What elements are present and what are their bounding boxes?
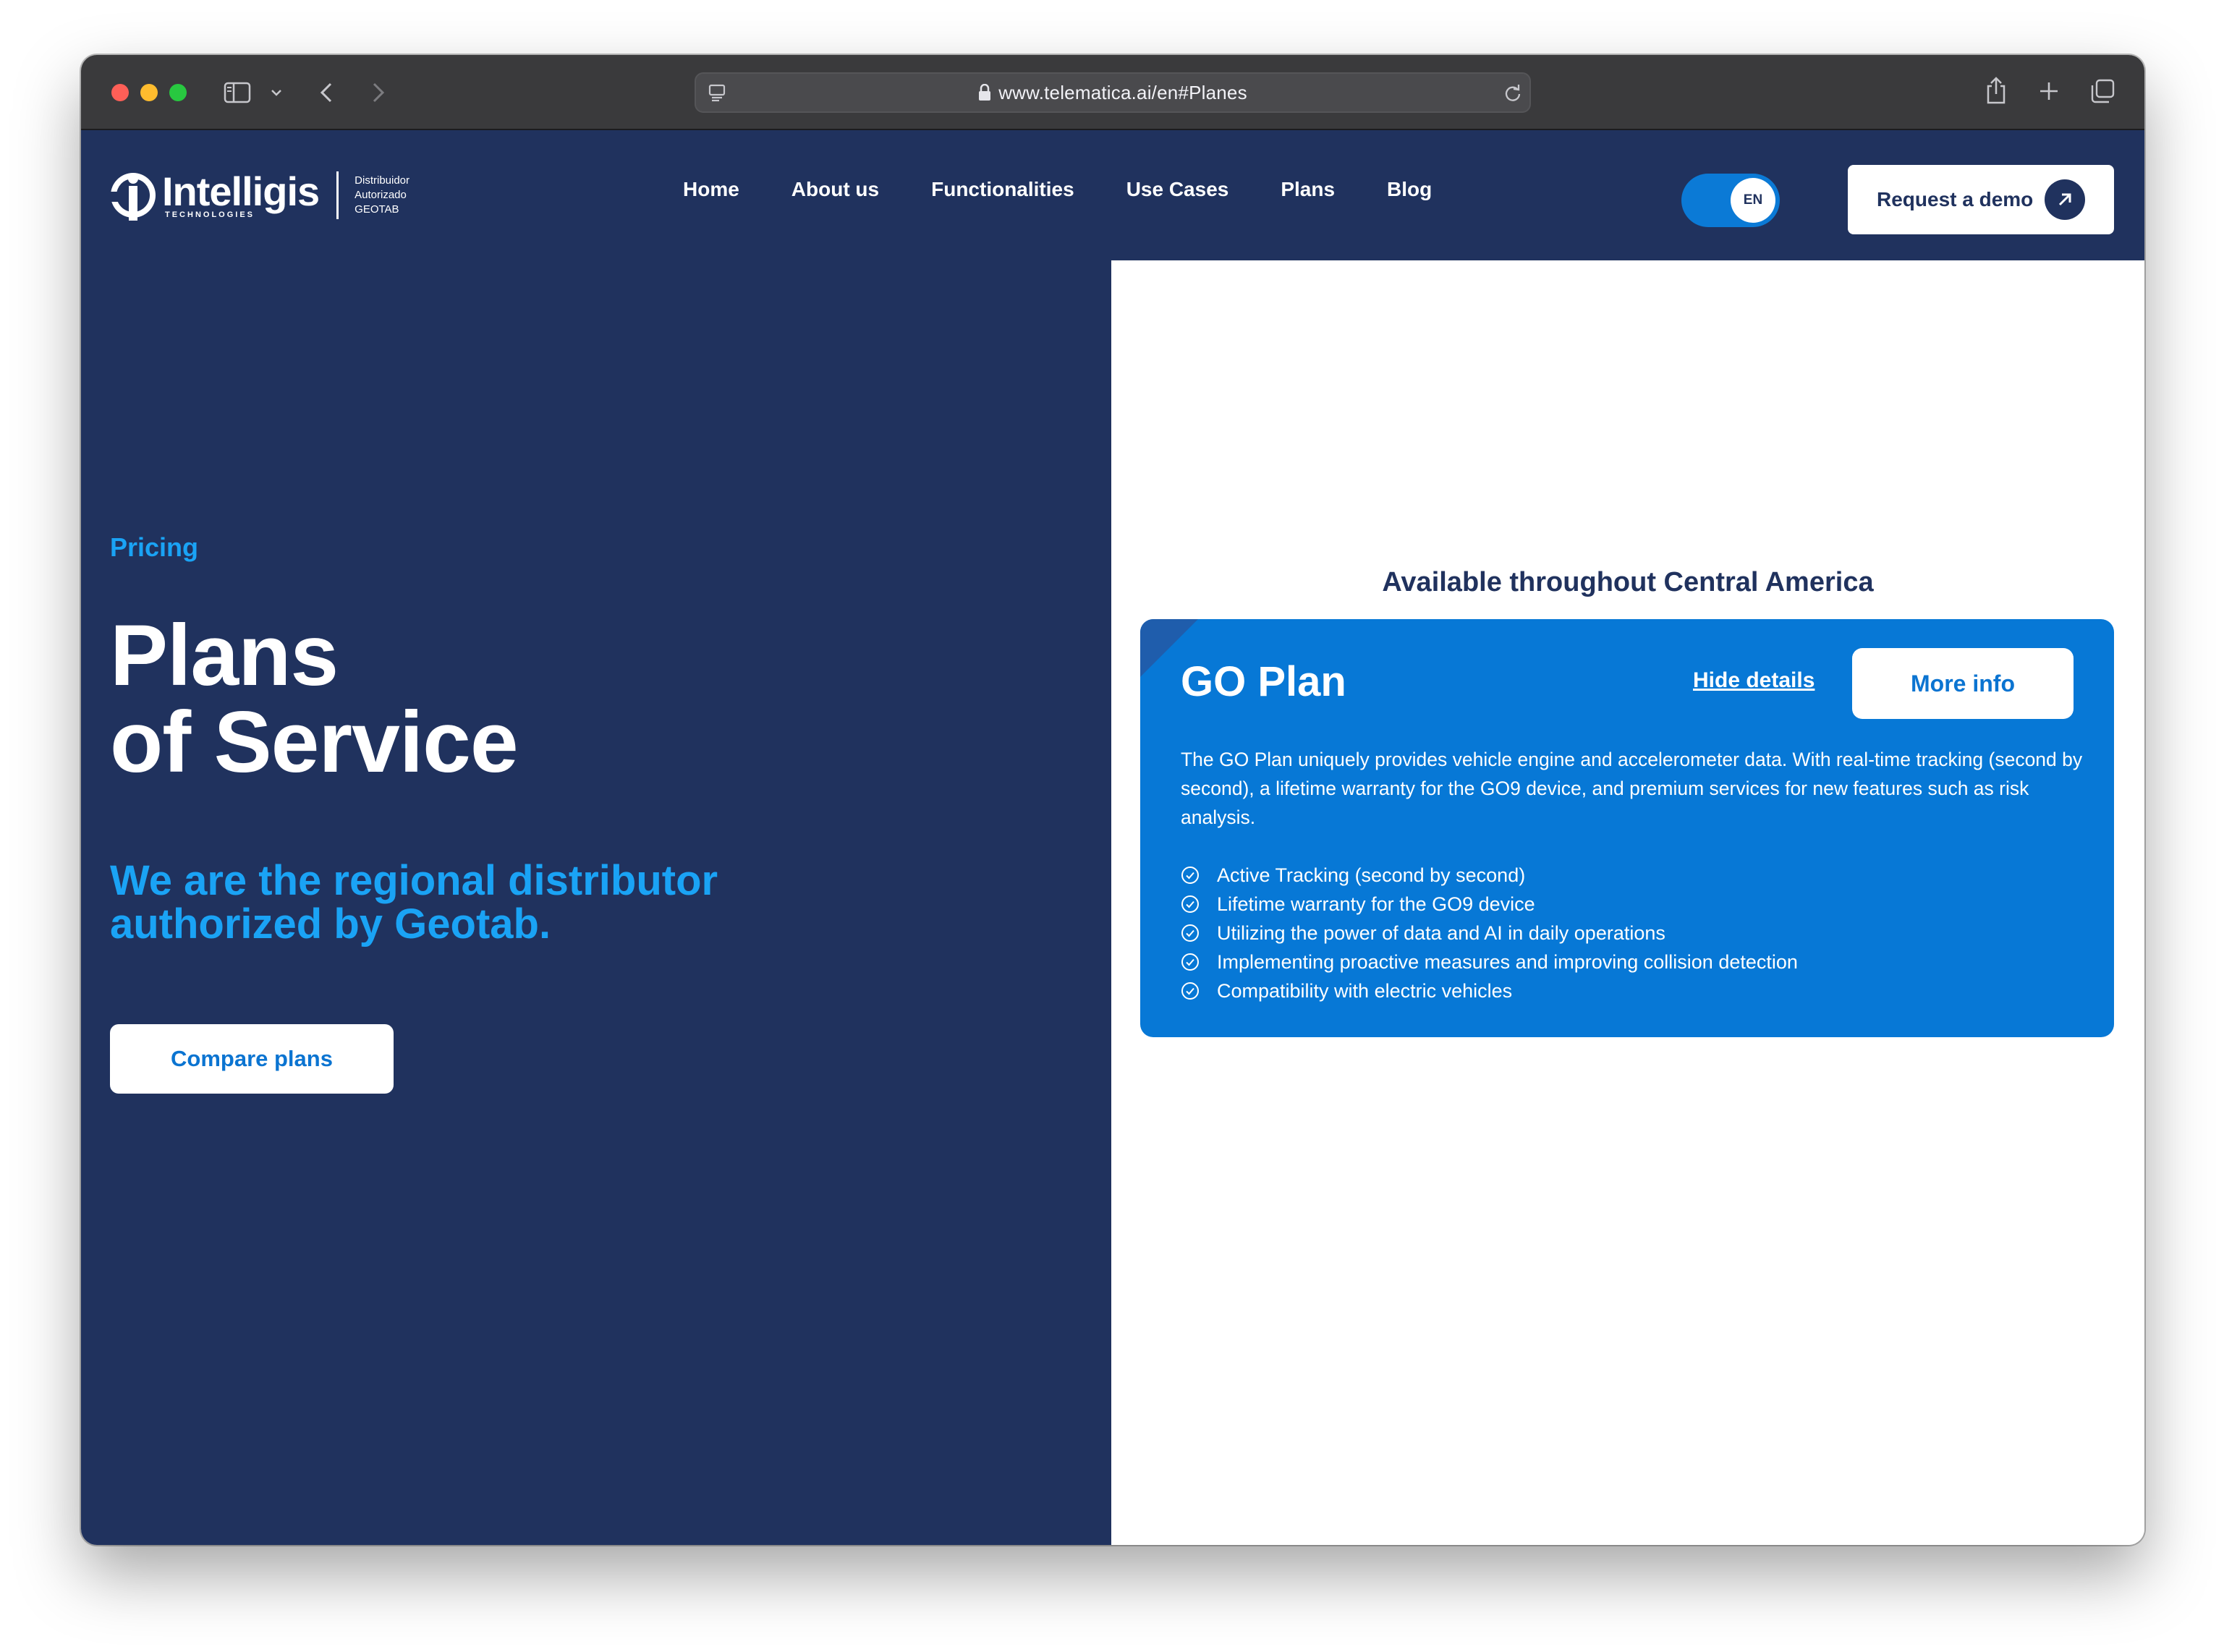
distributor-line: Autorizado	[355, 189, 407, 201]
plan-feature-text: Lifetime warranty for the GO9 device	[1217, 893, 1535, 915]
nav-blog[interactable]: Blog	[1387, 178, 1432, 201]
check-circle-icon	[1181, 982, 1199, 1000]
brand-logo[interactable]: Intelligis TECHNOLOGIES Distribuidor Aut…	[110, 168, 409, 223]
browser-toolbar: www.telematica.ai/en#Planes	[81, 55, 2144, 130]
page-title-line: of Service	[110, 694, 519, 791]
plan-feature-text: Utilizing the power of data and AI in da…	[1217, 921, 1665, 944]
logo-mark-icon	[110, 173, 156, 221]
brand-name: Intelligis	[162, 169, 320, 214]
page-title-line: Plans	[110, 607, 339, 704]
plan-feature: Compatibility with electric vehicles	[1181, 976, 1798, 1005]
share-icon[interactable]	[1984, 75, 2008, 106]
check-circle-icon	[1181, 924, 1199, 942]
hero-subtitle: We are the regional distributor authoriz…	[110, 859, 833, 946]
reload-icon[interactable]	[1502, 82, 1524, 103]
plan-description: The GO Plan uniquely provides vehicle en…	[1181, 749, 2083, 828]
distributor-line: GEOTAB	[355, 203, 399, 216]
logo-divider	[336, 171, 339, 219]
hero-subtitle-line: We are the regional distributor	[110, 857, 718, 904]
distributor-badge: Distribuidor Autorizado GEOTAB	[355, 174, 409, 217]
nav-home[interactable]: Home	[683, 178, 739, 201]
back-icon[interactable]	[315, 80, 337, 106]
more-info-button[interactable]: More info	[1852, 648, 2074, 719]
language-toggle[interactable]: EN	[1681, 174, 1780, 227]
new-tab-icon[interactable]	[2037, 80, 2060, 103]
plan-feature: Lifetime warranty for the GO9 device	[1181, 890, 1798, 919]
plan-feature: Active Tracking (second by second)	[1181, 861, 1798, 890]
brand-subtitle: TECHNOLOGIES	[165, 210, 255, 219]
forward-icon[interactable]	[368, 80, 389, 106]
plan-feature-text: Implementing proactive measures and impr…	[1217, 950, 1798, 973]
check-circle-icon	[1181, 953, 1199, 971]
tabs-icon[interactable]	[2089, 78, 2115, 104]
check-circle-icon	[1181, 895, 1199, 913]
maximize-window-button[interactable]	[169, 84, 187, 101]
pricing-eyebrow: Pricing	[110, 532, 199, 562]
url-text: www.telematica.ai/en#Planes	[998, 81, 1247, 103]
plan-feature-list: Active Tracking (second by second) Lifet…	[1181, 861, 1798, 1005]
go-plan-card: GO Plan Hide details More info The GO Pl…	[1140, 619, 2114, 1037]
plan-feature: Implementing proactive measures and impr…	[1181, 948, 1798, 976]
plan-feature-text: Active Tracking (second by second)	[1217, 864, 1526, 886]
plans-panel: Available throughout Central America GO …	[1111, 260, 2144, 1545]
plan-title: GO Plan	[1181, 658, 1346, 705]
website: Intelligis TECHNOLOGIES Distribuidor Aut…	[81, 130, 2144, 1545]
distributor-line: Distribuidor	[355, 174, 410, 187]
close-window-button[interactable]	[111, 84, 129, 101]
site-navbar: Intelligis TECHNOLOGIES Distribuidor Aut…	[81, 130, 2144, 260]
minimize-window-button[interactable]	[140, 84, 158, 101]
plans-heading: Available throughout Central America	[1382, 567, 1874, 597]
hero-panel	[81, 130, 1111, 1545]
compare-plans-button[interactable]: Compare plans	[110, 1024, 394, 1094]
browser-window: www.telematica.ai/en#Planes Intelligis T…	[81, 55, 2144, 1545]
address-bar[interactable]: www.telematica.ai/en#Planes	[695, 72, 1531, 113]
lock-icon	[978, 84, 991, 101]
plan-feature-text: Compatibility with electric vehicles	[1217, 979, 1513, 1002]
nav-plans[interactable]: Plans	[1281, 178, 1335, 201]
chevron-down-icon[interactable]	[269, 85, 284, 100]
request-demo-label: Request a demo	[1877, 188, 2034, 210]
language-label: EN	[1731, 178, 1775, 223]
page-title: Plans of Service	[110, 607, 519, 791]
nav-functionalities[interactable]: Functionalities	[931, 178, 1074, 201]
arrow-up-right-icon	[2045, 179, 2086, 220]
nav-use-cases[interactable]: Use Cases	[1126, 178, 1229, 201]
hide-details-link[interactable]: Hide details	[1693, 668, 1815, 693]
sidebar-icon[interactable]	[223, 81, 252, 104]
hero-subtitle-line: authorized by Geotab.	[110, 900, 551, 948]
nav-about-us[interactable]: About us	[791, 178, 879, 201]
main-nav: Home About us Functionalities Use Cases …	[683, 178, 1432, 201]
check-circle-icon	[1181, 867, 1199, 884]
plan-feature: Utilizing the power of data and AI in da…	[1181, 919, 1798, 948]
request-demo-button[interactable]: Request a demo	[1848, 165, 2114, 234]
